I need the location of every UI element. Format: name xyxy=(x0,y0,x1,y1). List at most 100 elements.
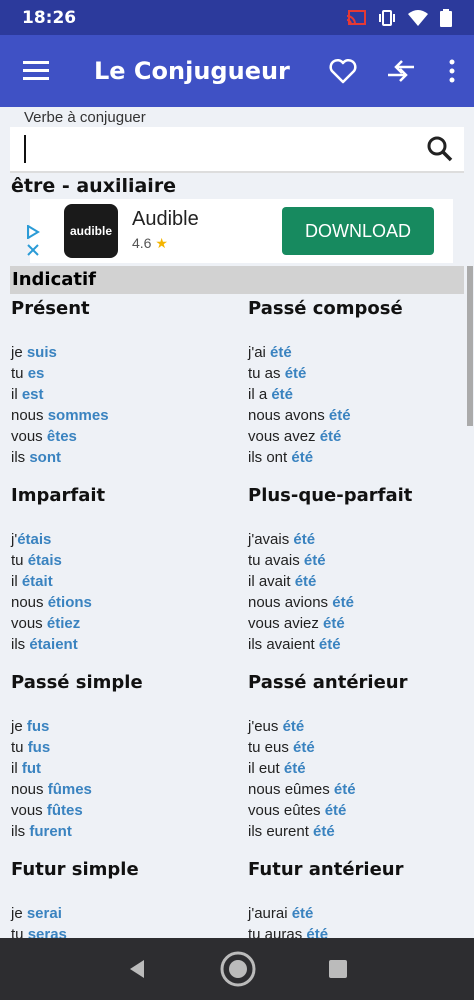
pronoun: nous eûmes xyxy=(248,781,334,798)
cast-icon xyxy=(346,9,366,25)
pronoun: tu xyxy=(11,552,28,569)
verb-form: furent xyxy=(29,823,72,840)
conjugation-row: il a été xyxy=(248,384,474,405)
ad-close-icon[interactable] xyxy=(26,243,40,257)
conjugation-row: nous avions été xyxy=(248,592,474,613)
verb-form: êtes xyxy=(46,428,77,445)
battery-icon xyxy=(440,8,452,27)
conjugation-row: nous eûmes été xyxy=(248,779,474,800)
pronoun: j'eus xyxy=(248,718,283,735)
verb-form: serai xyxy=(26,905,62,922)
app-title: Le Conjugueur xyxy=(94,57,290,85)
verb-form: étais xyxy=(17,531,52,548)
conjugation-row: ils furent xyxy=(11,821,241,842)
pronoun: vous xyxy=(11,428,47,445)
conjugation-row: tu as été xyxy=(248,363,474,384)
verb-form: étions xyxy=(47,594,92,611)
verb-form: était xyxy=(21,573,53,590)
verb-form: été xyxy=(291,905,314,922)
tense-title: Imparfait xyxy=(11,485,106,506)
verb-form: suis xyxy=(26,344,57,361)
pronoun: je xyxy=(11,905,27,922)
app-bar: Le Conjugueur xyxy=(0,35,474,107)
conjugation-row: vous eûtes été xyxy=(248,800,474,821)
wifi-icon xyxy=(408,9,428,26)
status-time: 18:26 xyxy=(22,7,77,28)
home-icon[interactable] xyxy=(219,950,257,988)
conjugation-row: j'ai été xyxy=(248,342,474,363)
verb-form: sommes xyxy=(47,407,109,424)
pronoun: nous xyxy=(11,407,48,424)
ad-banner[interactable]: audible Audible 4.6 ★ DOWNLOAD xyxy=(27,199,453,263)
pronoun: ils xyxy=(11,636,30,653)
verb-form: fus xyxy=(26,718,50,735)
tense-block: Futur antérieur j'aurai été tu auras été xyxy=(248,859,474,945)
verb-search-input[interactable] xyxy=(10,127,464,173)
pronoun: vous avez xyxy=(248,428,320,445)
more-options-button[interactable] xyxy=(430,35,474,107)
tense-title: Passé composé xyxy=(248,298,403,319)
tense-block: Plus-que-parfait j'avais été tu avais été i… xyxy=(248,485,474,655)
pronoun: il xyxy=(11,386,22,403)
conjugation-row: je suis xyxy=(11,342,241,363)
tense-block: Passé simple je fus tu fus il fut nous fûmes… xyxy=(11,672,241,842)
tense-title: Passé simple xyxy=(11,672,143,693)
tense-title: Futur simple xyxy=(11,859,139,880)
verb-form: été xyxy=(284,365,307,382)
verb-form: été xyxy=(270,344,292,361)
ad-download-button[interactable]: DOWNLOAD xyxy=(282,207,434,255)
recents-icon[interactable] xyxy=(328,959,348,979)
conjugation-row: je fus xyxy=(11,716,241,737)
swap-arrows-icon xyxy=(388,60,414,82)
verb-form: été xyxy=(313,823,335,840)
ad-choices[interactable] xyxy=(26,225,40,257)
pronoun: nous xyxy=(11,594,48,611)
conjugation-list: j'ai été tu as été il a été nous avons été v… xyxy=(248,342,474,468)
conjugation-row: tu avais été xyxy=(248,550,474,571)
status-icons xyxy=(346,8,452,27)
pronoun: tu xyxy=(11,365,28,382)
conjugation-list: je fus tu fus il fut nous fûmes vous fûtes il… xyxy=(11,716,241,842)
conjugation-row: je serai xyxy=(11,903,241,924)
conjugation-row: vous fûtes xyxy=(11,800,241,821)
pronoun: vous xyxy=(11,615,47,632)
pronoun: tu as xyxy=(248,365,285,382)
pronoun: vous xyxy=(11,802,47,819)
pronoun: ils eurent xyxy=(248,823,314,840)
search-section: Verbe à conjuguer xyxy=(0,107,474,173)
favorite-button[interactable] xyxy=(314,35,372,107)
menu-button[interactable] xyxy=(0,35,72,107)
conjugation-row: nous avons été xyxy=(248,405,474,426)
conjugation-list: j'eus été tu eus été il eut été nous eûmes … xyxy=(248,716,474,842)
pronoun: il eut xyxy=(248,760,284,777)
verb-form: été xyxy=(291,449,314,466)
tense-block: Présent je suis tu es il est nous sommes vous… xyxy=(11,298,241,468)
pronoun: tu xyxy=(11,739,28,756)
system-nav-bar xyxy=(0,938,474,1000)
pronoun: ils xyxy=(11,823,30,840)
verb-form: été xyxy=(333,781,356,798)
conjugation-row: ils ont été xyxy=(248,447,474,468)
pronoun: il xyxy=(11,573,22,590)
verb-form: fus xyxy=(27,739,51,756)
verb-form: été xyxy=(332,594,354,611)
conjugation-row: nous fûmes xyxy=(11,779,241,800)
pronoun: ils xyxy=(11,449,30,466)
search-button[interactable] xyxy=(416,126,464,172)
section-header-indicatif: Indicatif xyxy=(10,266,464,294)
back-icon[interactable] xyxy=(126,958,148,980)
pronoun: il a xyxy=(248,386,272,403)
verb-form: été xyxy=(293,531,316,548)
swap-button[interactable] xyxy=(372,35,430,107)
pronoun: vous eûtes xyxy=(248,802,325,819)
conjugation-row: j'avais été xyxy=(248,529,474,550)
pronoun: je xyxy=(11,344,27,361)
pronoun: j'aurai xyxy=(248,905,292,922)
verb-form: sont xyxy=(29,449,62,466)
verb-form: étaient xyxy=(29,636,78,653)
ad-app-name: Audible xyxy=(132,208,199,230)
conjugation-row: j'étais xyxy=(11,529,241,550)
verb-form: été xyxy=(283,760,306,777)
pronoun: j'avais xyxy=(248,531,294,548)
tense-block: Passé antérieur j'eus été tu eus été il eut… xyxy=(248,672,474,842)
